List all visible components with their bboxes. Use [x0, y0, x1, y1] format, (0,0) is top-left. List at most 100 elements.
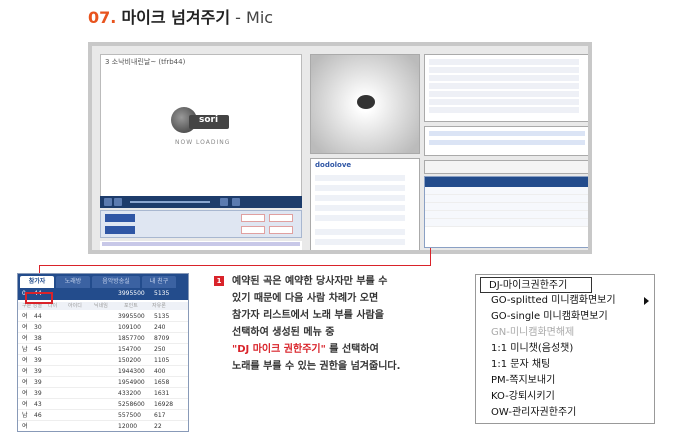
volume-icon[interactable]: [220, 198, 228, 206]
table-cell: 1658: [154, 379, 170, 386]
table-cell: 45: [34, 346, 42, 353]
tab-participants[interactable]: 참가자: [20, 276, 54, 288]
mini-participant-list: [424, 176, 588, 248]
menu-item-pm[interactable]: PM-쪽지보내기: [477, 373, 653, 389]
table-cell: 1857700: [118, 335, 145, 342]
desc-rest: 를 선택하여: [325, 344, 379, 355]
table-cell: 154700: [118, 346, 141, 353]
mini-list-row[interactable]: [425, 187, 588, 195]
table-row[interactable]: 여 43 5258600 16928: [18, 400, 188, 410]
table-cell: 433200: [118, 390, 141, 397]
delete-button[interactable]: [269, 226, 293, 234]
table-row[interactable]: 여 30 109100 240: [18, 323, 188, 333]
table-row[interactable]: 여 39 1954900 1658: [18, 378, 188, 388]
section-number: 07.: [88, 8, 117, 27]
queue-item[interactable]: [105, 214, 135, 222]
callout-line: [39, 265, 431, 266]
table-cell: 240: [154, 324, 166, 331]
section-subtitle: - Mic: [235, 8, 274, 27]
tab-bar: 참가자 노래방 음악방송실 내 친구: [18, 274, 188, 288]
desc-line: 있기 때문에 다음 사람 차례가 오면: [232, 293, 379, 304]
mini-list-row[interactable]: [425, 195, 588, 203]
table-cell: 39: [34, 379, 42, 386]
video-player: 3 소낙비내린날~ (tfrb44) sori NOW LOADING: [100, 54, 302, 204]
queue-item[interactable]: [105, 226, 135, 234]
table-cell: 150200: [118, 357, 141, 364]
microphone-icon: [357, 95, 375, 109]
rank-item[interactable]: [429, 99, 579, 105]
table-cell: 남: [22, 346, 28, 353]
rank-item[interactable]: [429, 83, 579, 89]
rank-item[interactable]: [429, 75, 579, 81]
menu-item-go-single[interactable]: GO-single 미니캠화면보기: [477, 309, 653, 325]
fullscreen-icon[interactable]: [232, 198, 240, 206]
tab-music-broadcast[interactable]: 음악방송실: [92, 276, 140, 288]
table-cell: 여: [22, 423, 28, 430]
delete-button[interactable]: [269, 214, 293, 222]
table-row[interactable]: 여 39 1944300 400: [18, 367, 188, 377]
tab-karaoke[interactable]: 노래방: [56, 276, 90, 288]
menu-item-go-splitted[interactable]: GO-splitted 미니캠화면보기: [477, 293, 653, 309]
header-cell: 닉네임: [94, 303, 108, 309]
info-row: [315, 185, 405, 192]
ranking-list: [424, 54, 588, 122]
menu-item-label: KO-강퇴시키기: [491, 391, 555, 402]
callout-line: [430, 248, 431, 266]
info-row: [315, 215, 405, 222]
logo-brand: sori: [189, 115, 229, 129]
step-badge: 1: [214, 276, 224, 286]
desc-line: 예약된 곡은 예약한 당사자만 부를 수: [232, 276, 388, 287]
my-points: 3995500: [118, 290, 145, 297]
stop-icon[interactable]: [114, 198, 122, 206]
table-row[interactable]: 여 12000 22: [18, 422, 188, 431]
reserve-button[interactable]: [241, 214, 265, 222]
mini-list-row[interactable]: [425, 203, 588, 211]
table-cell: 여: [22, 313, 28, 320]
notice-area: [100, 241, 302, 250]
song-queue: [100, 210, 302, 238]
table-cell: 44: [34, 313, 42, 320]
rank-item[interactable]: [429, 91, 579, 97]
table-row[interactable]: 남 46 557500 617: [18, 411, 188, 421]
desc-line: 노래를 부를 수 있는 권한을 넘겨줍니다.: [232, 361, 401, 372]
table-row[interactable]: 여 38 1857700 8709: [18, 334, 188, 344]
mini-list-row[interactable]: [425, 211, 588, 219]
menu-item-mini-chat[interactable]: 1:1 미니챗(음성챗): [477, 341, 653, 357]
reserve-button[interactable]: [241, 226, 265, 234]
desc-line: 선택하여 생성된 메뉴 중: [232, 327, 335, 338]
rank-item[interactable]: [429, 59, 579, 65]
play-icon[interactable]: [104, 198, 112, 206]
mini-list-row[interactable]: [425, 219, 588, 227]
table-cell: 여: [22, 335, 28, 342]
menu-item-dj-mic[interactable]: DJ-마이크권한주기: [480, 277, 592, 293]
table-row[interactable]: 여 44 3995500 5135: [18, 312, 188, 322]
stage-view: [310, 54, 420, 154]
table-row[interactable]: 남 45 154700 250: [18, 345, 188, 355]
context-menu: DJ-마이크권한주기 GO-splitted 미니캠화면보기 GO-single…: [475, 274, 655, 424]
table-cell: 39: [34, 357, 42, 364]
table-cell: 109100: [118, 324, 141, 331]
menu-item-text-chat[interactable]: 1:1 문자 채팅: [477, 357, 653, 373]
desc-line: "DJ 마이크 권한주기" 를 선택하여: [232, 341, 454, 358]
table-cell: 12000: [118, 423, 138, 430]
user-info-panel: dodolove: [310, 158, 420, 250]
rank-item[interactable]: [429, 67, 579, 73]
table-row[interactable]: 여 39 433200 1631: [18, 389, 188, 399]
menu-item-label: GN-미니캠화면해제: [491, 327, 575, 338]
table-cell: 39: [34, 368, 42, 375]
table-cell: 여: [22, 357, 28, 364]
info-row: [315, 205, 405, 212]
table-cell: 여: [22, 379, 28, 386]
tab-friends[interactable]: 내 친구: [142, 276, 176, 288]
table-cell: 8709: [154, 335, 170, 342]
seek-bar[interactable]: [130, 201, 210, 203]
tv-sori-logo: sori: [171, 107, 233, 133]
table-cell: 250: [154, 346, 166, 353]
rank-item[interactable]: [429, 107, 579, 113]
desc-line: 참가자 리스트에서 노래 부를 사람을: [232, 310, 384, 321]
header-cell: 자유론: [152, 303, 166, 309]
menu-item-admin[interactable]: OW-관리자권한주기: [477, 405, 653, 421]
table-row[interactable]: 여 39 150200 1105: [18, 356, 188, 366]
video-title: 3 소낙비내린날~ (tfrb44): [105, 58, 186, 66]
menu-item-kick[interactable]: KO-강퇴시키기: [477, 389, 653, 405]
